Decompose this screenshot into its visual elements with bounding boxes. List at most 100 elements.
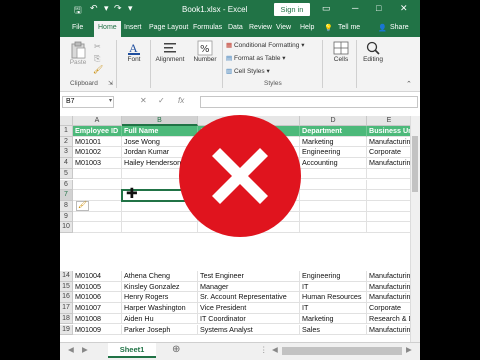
cell-col-d-row-2[interactable]: Marketing	[300, 136, 367, 148]
row-header-14[interactable]: 14	[60, 271, 73, 282]
alignment-button[interactable]: Alignment	[152, 40, 188, 63]
cell-col-a-row-16[interactable]: M01006	[73, 292, 122, 304]
cell-col-a-row-10[interactable]	[73, 222, 122, 233]
select-all-corner[interactable]	[60, 116, 73, 126]
cell-col-a-row-2[interactable]: M01001	[73, 136, 122, 148]
row-header-18[interactable]: 18	[60, 313, 73, 325]
cell-col-b-row-18[interactable]: Aiden Hu	[122, 313, 198, 325]
cell-col-b-row-14[interactable]: Athena Cheng	[122, 271, 198, 282]
header-cell-col-e[interactable]: Business Unit	[367, 126, 412, 137]
save-icon[interactable]: 🖫	[74, 3, 82, 19]
collapse-ribbon-icon[interactable]: ⌃	[406, 80, 412, 88]
cell-col-d-row-17[interactable]: IT	[300, 303, 367, 314]
row-header-6[interactable]: 6	[60, 179, 73, 191]
column-header-d[interactable]: D	[300, 116, 367, 126]
customize-quick-access-icon[interactable]: ▾	[128, 3, 133, 14]
cell-col-e-row-15[interactable]: Manufacturing	[367, 281, 412, 293]
tab-help[interactable]: Help	[300, 24, 314, 31]
cell-col-e-row-8[interactable]	[367, 200, 412, 212]
cell-col-e-row-4[interactable]: Manufacturing	[367, 158, 412, 169]
cell-col-e-row-3[interactable]: Corporate	[367, 147, 412, 159]
sheet-options-icon[interactable]: ⋮	[260, 345, 268, 354]
header-cell-col-d[interactable]: Department	[300, 126, 367, 137]
cell-col-c-row-19[interactable]: Systems Analyst	[198, 324, 300, 336]
tab-file[interactable]: File	[72, 24, 83, 31]
row-header-16[interactable]: 16	[60, 292, 73, 304]
ribbon-display-options-icon[interactable]: ▭	[322, 3, 331, 14]
confirm-entry-icon[interactable]: ✓	[158, 96, 165, 105]
cell-col-a-row-3[interactable]: M01002	[73, 147, 122, 159]
cell-col-e-row-16[interactable]: Manufacturing	[367, 292, 412, 304]
cell-col-d-row-5[interactable]	[300, 168, 367, 180]
cell-col-a-row-9[interactable]	[73, 211, 122, 223]
horizontal-scrollbar[interactable]	[282, 347, 402, 355]
row-header-3[interactable]: 3	[60, 147, 73, 159]
cell-col-a-row-17[interactable]: M01007	[73, 303, 122, 314]
cells-button[interactable]: Cells	[328, 40, 354, 63]
cell-col-c-row-16[interactable]: Sr. Account Representative	[198, 292, 300, 304]
cell-col-e-row-14[interactable]: Manufacturing	[367, 271, 412, 282]
cell-col-e-row-18[interactable]: Research & Dev	[367, 313, 412, 325]
vertical-scroll-thumb[interactable]	[412, 136, 418, 192]
tab-formulas[interactable]: Formulas	[193, 24, 222, 31]
format-painter-icon[interactable]: 🖌	[93, 65, 103, 74]
tell-me-box[interactable]: Tell me	[338, 24, 360, 31]
name-box[interactable]: B7	[62, 96, 114, 108]
cell-col-a-row-7[interactable]	[73, 190, 122, 201]
add-sheet-icon[interactable]: ⊕	[172, 344, 180, 355]
header-cell-col-a[interactable]: Employee ID	[73, 126, 122, 137]
insert-function-icon[interactable]: fx	[178, 96, 184, 105]
cell-col-e-row-5[interactable]	[367, 168, 412, 180]
row-header-4[interactable]: 4	[60, 158, 73, 169]
cell-col-c-row-18[interactable]: IT Coordinator	[198, 313, 300, 325]
cell-col-e-row-10[interactable]	[367, 222, 412, 233]
row-header-10[interactable]: 10	[60, 222, 73, 233]
cancel-entry-icon[interactable]: ✕	[140, 96, 147, 105]
cell-col-a-row-5[interactable]	[73, 168, 122, 180]
tab-data[interactable]: Data	[228, 24, 243, 31]
cell-col-b-row-16[interactable]: Henry Rogers	[122, 292, 198, 304]
paste-button[interactable]: Paste	[66, 41, 90, 66]
minimize-icon[interactable]: ─	[352, 3, 358, 13]
cell-col-d-row-3[interactable]: Engineering	[300, 147, 367, 159]
cell-col-a-row-15[interactable]: M01005	[73, 281, 122, 293]
scroll-left-icon[interactable]: ◀	[272, 345, 278, 354]
cell-col-a-row-14[interactable]: M01004	[73, 271, 122, 282]
cell-col-c-row-15[interactable]: Manager	[198, 281, 300, 293]
row-header-8[interactable]: 8	[60, 200, 73, 212]
row-header-5[interactable]: 5	[60, 168, 73, 180]
chevron-down-icon[interactable]: ▾	[109, 97, 112, 104]
cell-col-d-row-10[interactable]	[300, 222, 367, 233]
cell-col-e-row-6[interactable]	[367, 179, 412, 191]
row-header-19[interactable]: 19	[60, 324, 73, 336]
column-header-e[interactable]: E	[367, 116, 412, 126]
undo-dropdown-icon[interactable]: ▾	[104, 3, 109, 14]
cell-col-c-row-17[interactable]: Vice President	[198, 303, 300, 314]
conditional-formatting-button[interactable]: ▦ Conditional Formatting ▾	[226, 41, 304, 49]
cell-col-d-row-6[interactable]	[300, 179, 367, 191]
redo-icon[interactable]: ↷	[114, 3, 122, 14]
tab-insert[interactable]: Insert	[124, 24, 142, 31]
undo-icon[interactable]: ↶	[90, 3, 98, 14]
format-as-table-button[interactable]: ▤ Format as Table ▾	[226, 54, 286, 62]
cell-col-e-row-19[interactable]: Manufacturing	[367, 324, 412, 336]
font-button[interactable]: A Font	[120, 40, 148, 63]
sheet-tab-sheet1[interactable]: Sheet1	[108, 343, 156, 358]
cell-col-e-row-7[interactable]	[367, 190, 412, 201]
maximize-icon[interactable]: □	[376, 3, 381, 13]
number-button[interactable]: % Number	[190, 40, 220, 63]
sign-in-button[interactable]: Sign in	[274, 3, 310, 16]
row-header-7[interactable]: 7	[60, 190, 73, 201]
cell-col-d-row-14[interactable]: Engineering	[300, 271, 367, 282]
clipboard-launcher-icon[interactable]: ⇲	[108, 80, 113, 87]
row-header-17[interactable]: 17	[60, 303, 73, 314]
cell-col-d-row-7[interactable]	[300, 190, 367, 201]
cell-col-d-row-19[interactable]: Sales	[300, 324, 367, 336]
row-header-9[interactable]: 9	[60, 211, 73, 223]
close-icon[interactable]: ✕	[400, 3, 408, 14]
cell-col-e-row-2[interactable]: Manufacturing	[367, 136, 412, 148]
previous-sheet-icon[interactable]: ◀	[68, 345, 74, 354]
share-icon[interactable]: 👤	[378, 24, 387, 32]
row-header-1[interactable]: 1	[60, 126, 73, 137]
tab-home[interactable]: Home	[94, 21, 121, 37]
